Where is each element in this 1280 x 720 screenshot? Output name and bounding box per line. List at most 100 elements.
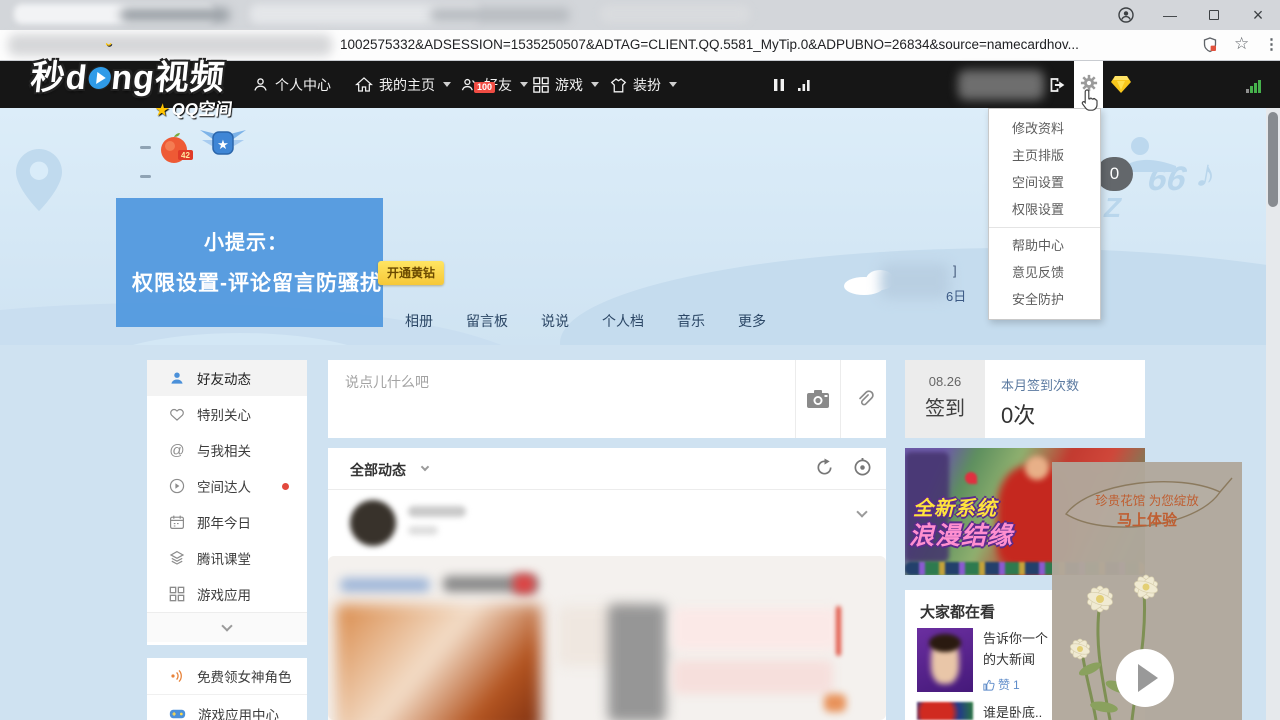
sidebar-item-that-year-today[interactable]: 那年今日 xyxy=(147,504,307,540)
video-title[interactable]: 告诉你一个的大新闻 xyxy=(983,628,1048,670)
minimize-button[interactable]: — xyxy=(1148,0,1192,30)
signin-card: 08.26 签到 本月签到次数 0次 xyxy=(905,360,1145,438)
sidebar-item-related-to-me[interactable]: @ 与我相关 xyxy=(147,432,307,468)
sidebar-item-friend-feed[interactable]: 好友动态 xyxy=(147,360,307,396)
heart-icon xyxy=(169,407,185,422)
sidebar-item-free-goddess-role[interactable]: 免费领女神角色 xyxy=(147,658,307,695)
tip-title: 小提示： xyxy=(204,226,383,255)
sidebar-promo-card: 免费领女神角色 游戏应用中心 xyxy=(147,658,307,720)
close-button[interactable]: × xyxy=(1236,0,1280,30)
signin-stat-value: 0次 xyxy=(1001,398,1079,430)
tab-shuoshuo[interactable]: 说说 xyxy=(541,311,569,331)
watermark-subtitle: QQ空间 xyxy=(171,100,233,119)
sidebar-item-tencent-classroom[interactable]: 腾讯课堂 xyxy=(147,540,307,576)
menu-divider xyxy=(989,227,1100,228)
restore-button[interactable] xyxy=(1192,0,1236,30)
chevron-down-icon[interactable] xyxy=(856,506,867,517)
blurred-tab[interactable] xyxy=(120,8,230,22)
classroom-icon xyxy=(169,550,185,566)
nav-personal-center[interactable]: 个人中心 xyxy=(252,61,331,108)
bracket-fragment: ] xyxy=(953,263,957,278)
post-composer[interactable]: 说点儿什么吧 xyxy=(328,360,886,438)
video-thumbnail[interactable] xyxy=(917,702,973,720)
location-pin-doodle xyxy=(16,148,62,212)
tab-more[interactable]: 更多 xyxy=(738,311,766,331)
qzone-window: — × 1002575332&ADSESSION=1535250507&ADTA… xyxy=(0,0,1280,720)
overlay-cta-text[interactable]: 马上体验 xyxy=(1052,509,1242,530)
date-fragment: 6日 xyxy=(946,286,966,305)
blurred-avatar xyxy=(350,500,396,546)
at-icon: @ xyxy=(169,442,185,459)
blurred-username xyxy=(958,70,1044,100)
settings-dropdown: 修改资料 主页排版 空间设置 权限设置 帮助中心 意见反馈 安全防护 xyxy=(988,108,1101,320)
sound-promo-icon xyxy=(169,668,185,684)
chevron-down-icon[interactable] xyxy=(421,463,429,471)
bookmark-star-icon[interactable]: ☆ xyxy=(1234,34,1249,54)
site-info-icon[interactable] xyxy=(1202,37,1218,53)
blurred-tab[interactable] xyxy=(430,8,570,22)
feed-settings-button[interactable] xyxy=(853,458,872,477)
menu-item-security[interactable]: 安全防护 xyxy=(989,286,1100,313)
nav-games[interactable]: 游戏 xyxy=(533,61,599,108)
signin-action: 签到 xyxy=(905,392,985,421)
play-circle-icon xyxy=(169,478,185,494)
sidebar-expand-button[interactable] xyxy=(147,612,307,642)
scrollbar-thumb[interactable] xyxy=(1268,112,1278,207)
page-scrollbar[interactable] xyxy=(1266,108,1280,720)
video-title[interactable]: 谁是卧底.. xyxy=(983,702,1042,720)
friends-badge: 100 xyxy=(474,82,495,93)
nav-dressup[interactable]: 装扮 xyxy=(610,61,677,108)
browser-menu-icon[interactable]: ⋮ xyxy=(1264,35,1279,53)
ad-line2: 浪漫结缘 xyxy=(909,516,1013,552)
menu-item-edit-profile[interactable]: 修改资料 xyxy=(989,115,1100,142)
sidebar-item-game-apps[interactable]: 游戏应用 xyxy=(147,576,307,612)
menu-item-homepage-layout[interactable]: 主页排版 xyxy=(989,142,1100,169)
player-equalizer[interactable] xyxy=(797,61,813,108)
tab-albums[interactable]: 相册 xyxy=(405,311,433,331)
sidebar-item-special-care[interactable]: 特别关心 xyxy=(147,396,307,432)
menu-item-space-settings[interactable]: 空间设置 xyxy=(989,169,1100,196)
tab-personal-file[interactable]: 个人档 xyxy=(602,311,644,331)
nav-my-home[interactable]: 我的主页 xyxy=(355,61,451,108)
feed-refresh-button[interactable] xyxy=(815,458,834,477)
video-thumbnail[interactable] xyxy=(917,628,973,692)
calendar-icon xyxy=(169,514,185,530)
composer-photo-button[interactable] xyxy=(795,360,840,438)
menu-item-help-center[interactable]: 帮助中心 xyxy=(989,232,1100,259)
chevron-down-icon xyxy=(520,82,528,87)
video-ad-overlay[interactable]: 珍贵花馆 为您绽放 马上体验 xyxy=(1052,462,1242,720)
signin-date: 08.26 xyxy=(905,374,985,389)
apps-grid-icon xyxy=(169,586,185,602)
play-triangle-icon xyxy=(1138,664,1158,692)
blurred-post-content xyxy=(328,556,886,720)
blurred-tab[interactable] xyxy=(600,5,750,23)
menu-item-permission-settings[interactable]: 权限设置 xyxy=(989,196,1100,223)
vip-diamond[interactable] xyxy=(1110,61,1132,108)
composer-link-button[interactable] xyxy=(840,360,886,438)
breve-accent: ˘ xyxy=(105,42,112,60)
like-row[interactable]: 赞 1 xyxy=(983,676,1048,693)
tab-music[interactable]: 音乐 xyxy=(677,311,705,331)
nav-friends[interactable]: 100 好友 xyxy=(460,61,528,108)
chevron-down-icon xyxy=(443,82,451,87)
play-button[interactable] xyxy=(1116,649,1174,707)
feed-filter[interactable]: 全部动态 xyxy=(350,460,406,480)
signin-button[interactable]: 08.26 签到 xyxy=(905,360,985,438)
url-text[interactable]: 1002575332&ADSESSION=1535250507&ADTAG=CL… xyxy=(340,37,1200,52)
notification-count-bubble[interactable]: 0 xyxy=(1096,157,1133,191)
menu-item-feedback[interactable]: 意见反馈 xyxy=(989,259,1100,286)
player-pause-button[interactable] xyxy=(773,61,785,108)
sidebar-item-space-master[interactable]: 空间达人 xyxy=(147,468,307,504)
open-yellow-diamond-button[interactable]: 开通黄钻 xyxy=(378,261,444,285)
tip-box: 小提示： 权限设置-评论留言防骚扰 xyxy=(116,198,383,327)
refresh-icon xyxy=(815,458,834,477)
play-icon xyxy=(87,67,111,89)
logout-button[interactable] xyxy=(1048,61,1067,108)
paperclip-icon xyxy=(854,389,874,409)
browser-profile-icon[interactable] xyxy=(1104,0,1148,30)
tab-message-board[interactable]: 留言板 xyxy=(466,311,508,331)
overlay-ad-text: 珍贵花馆 为您绽放 xyxy=(1052,490,1242,509)
z-doodle: Z xyxy=(1104,192,1121,224)
ad-figure xyxy=(1025,456,1049,480)
sidebar-item-game-app-center[interactable]: 游戏应用中心 xyxy=(147,695,307,720)
